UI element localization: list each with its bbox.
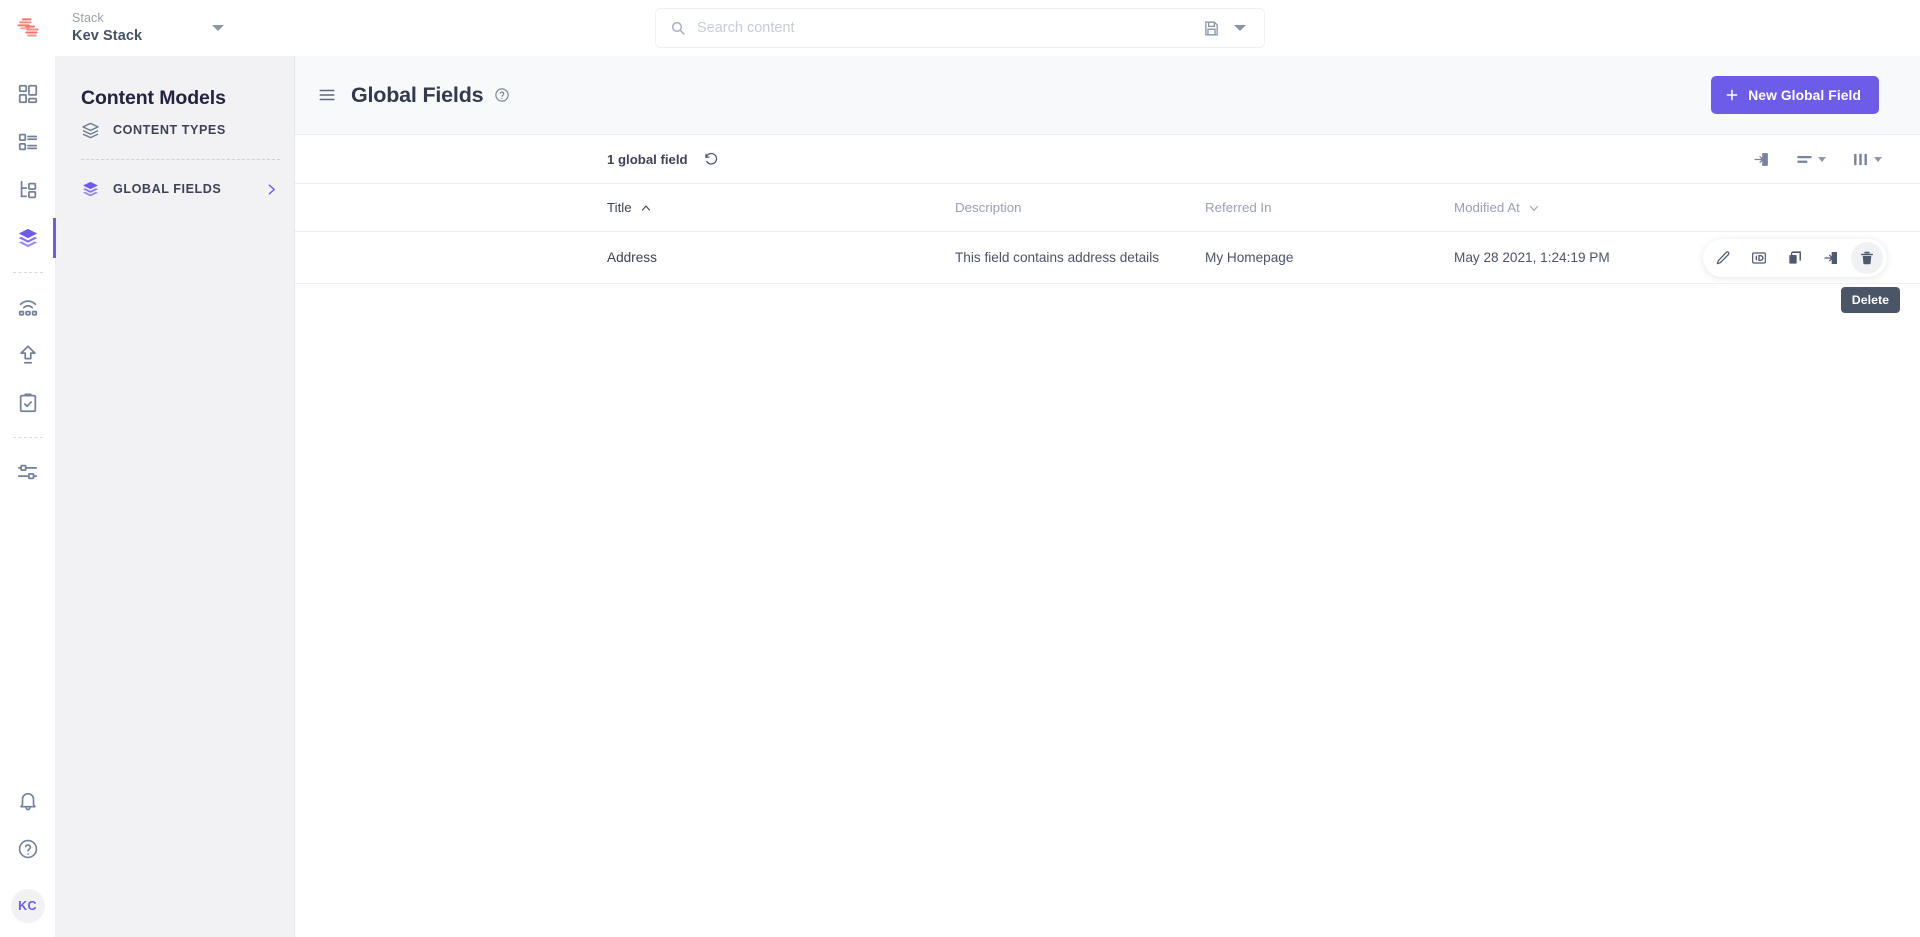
row-action-bar [1703,238,1887,277]
bell-icon [19,792,36,811]
clipboard-check-icon [19,393,36,413]
top-bar: Stack Kev Stack [0,0,1920,56]
plus-icon [1726,89,1738,101]
chevron-right-icon[interactable] [265,183,278,196]
dashboard-icon [18,84,37,104]
chevron-up-icon [641,204,650,211]
stack-switcher[interactable]: Stack Kev Stack [56,0,242,56]
column-header-referred-in[interactable]: Referred In [1205,200,1454,215]
chevron-down-icon [212,25,224,31]
save-disk-icon[interactable] [1203,20,1220,37]
layers-icon [18,228,37,248]
rail-item-publish-queue[interactable] [0,283,56,331]
table-header-row: Title Description Referred In Modified A… [295,184,1920,232]
sidebar-divider [81,159,280,160]
search-icon [671,21,685,35]
id-badge-icon [1752,251,1766,264]
row-density-icon [1797,155,1812,163]
chevron-down-icon [1529,205,1538,211]
rail-bottom-group: KC [0,777,55,937]
chevron-down-icon [1874,156,1882,162]
rail-item-hierarchy[interactable] [0,166,56,214]
content-models-sidebar: Content Models CONTENT TYPES GLOBAL FIEL… [56,56,295,937]
icon-rail: KC [0,56,56,937]
search-box[interactable] [655,8,1265,48]
tooltip-delete: Delete [1840,287,1900,313]
row-action-uid[interactable] [1743,242,1775,274]
toolbar-export-button[interactable] [1753,151,1770,168]
search-input[interactable] [697,20,1203,36]
row-action-duplicate[interactable] [1779,242,1811,274]
row-action-edit[interactable] [1707,242,1739,274]
column-header-modified-at[interactable]: Modified At [1454,200,1882,215]
entries-list-icon [18,133,37,151]
stack-label: Stack [72,11,104,25]
column-header-description[interactable]: Description [955,200,1205,215]
rail-item-notifications[interactable] [0,777,56,825]
rail-item-dashboard[interactable] [0,70,56,118]
rail-top-group [0,56,56,496]
rail-item-content-models[interactable] [0,214,56,262]
toolbar-row-density-button[interactable] [1796,151,1826,168]
sidebar-title: Content Models [81,87,226,109]
record-count: 1 global field [607,151,688,167]
main-content: Global Fields New Global Field 1 global … [295,56,1920,937]
new-global-field-label: New Global Field [1748,87,1861,103]
pencil-icon [1716,250,1730,264]
avatar[interactable]: KC [10,889,45,923]
help-circle-icon[interactable] [494,87,510,103]
export-arrow-icon [1754,152,1768,166]
chevron-down-icon[interactable] [1234,25,1246,31]
cell-referred-in: My Homepage [1205,250,1294,265]
trash-icon [1861,251,1873,264]
app-logo[interactable] [0,0,56,56]
row-action-delete[interactable] [1851,241,1883,274]
contentstack-logo-icon [17,18,39,37]
copy-icon [1789,250,1801,264]
rail-item-settings[interactable] [0,448,56,496]
layers-filled-icon [83,181,98,196]
column-header-label: Description [955,200,1022,215]
row-action-export[interactable] [1815,242,1847,274]
list-toolbar: 1 global field [295,135,1920,184]
layers-outline-icon [82,122,99,138]
sliders-icon [17,464,37,480]
wifi-stack-icon [18,300,37,316]
sidebar-item-content-types[interactable]: CONTENT TYPES [81,110,278,150]
column-header-title[interactable]: Title [607,200,955,215]
global-fields-table: Title Description Referred In Modified A… [295,184,1920,284]
global-search [655,8,1265,48]
cell-title: Address [607,250,657,265]
export-arrow-icon [1824,251,1837,264]
page-header: Global Fields New Global Field [295,56,1920,135]
hierarchy-icon [20,180,36,199]
rail-divider-1 [12,272,43,273]
column-header-label: Referred In [1205,200,1272,215]
rail-item-entries[interactable] [0,118,56,166]
rail-item-workflows[interactable] [0,379,56,427]
columns-icon [1854,153,1867,165]
toolbar-actions [1753,151,1882,168]
refresh-undo-icon[interactable] [704,152,719,167]
cell-description: This field contains address details [955,250,1160,265]
upload-icon [19,345,36,364]
body: KC Content Models CONTENT TYPES GLOBAL F… [0,56,1920,937]
new-global-field-button[interactable]: New Global Field [1711,76,1879,114]
sidebar-item-label: CONTENT TYPES [113,123,226,137]
rail-divider-2 [12,437,43,438]
table-row[interactable]: Address This field contains address deta… [295,232,1920,284]
rail-item-releases[interactable] [0,331,56,379]
sidebar-item-global-fields[interactable]: GLOBAL FIELDS [81,169,278,209]
column-header-label: Modified At [1454,200,1520,215]
toolbar-column-selector-button[interactable] [1852,151,1882,168]
column-header-label: Title [607,200,632,215]
help-circle-icon [18,839,37,859]
app-root: Stack Kev Stack Search content KC Conten… [0,0,1920,937]
sidebar-item-label: GLOBAL FIELDS [113,182,222,196]
rail-item-help[interactable] [0,825,56,873]
chevron-down-icon [1818,156,1826,162]
hamburger-icon[interactable] [318,86,336,104]
page-title: Global Fields [351,82,484,107]
